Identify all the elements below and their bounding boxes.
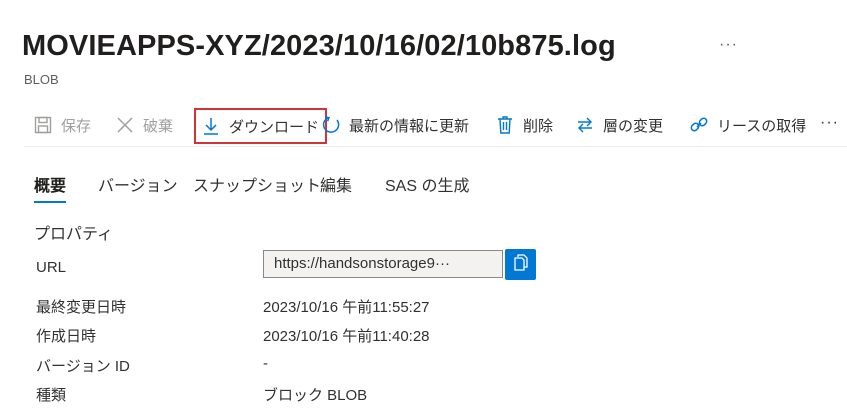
more-options-icon[interactable]: ··· <box>719 36 738 54</box>
tab-snapshots[interactable]: スナップショット <box>193 172 321 196</box>
url-label: URL <box>36 259 67 276</box>
type-value: ブロック BLOB <box>263 387 368 404</box>
download-icon <box>200 115 222 137</box>
last-modified-label: 最終変更日時 <box>36 299 127 316</box>
delete-button[interactable]: 削除 <box>494 106 553 144</box>
close-icon <box>114 114 136 136</box>
download-button[interactable]: ダウンロード <box>194 108 328 144</box>
save-label: 保存 <box>61 117 92 135</box>
properties-heading: プロパティ <box>34 226 114 243</box>
discard-label: 破棄 <box>143 117 174 135</box>
trash-icon <box>494 114 516 136</box>
download-label: ダウンロード <box>229 118 320 136</box>
command-bar: 保存 破棄 ダウンロード 最新の情報に更新 削除 層の変更 リースの取得 ··· <box>24 106 847 144</box>
last-modified-value: 2023/10/16 午前11:55:27 <box>263 299 430 316</box>
change-tier-label: 層の変更 <box>603 117 664 135</box>
refresh-icon <box>320 114 342 136</box>
page-subtitle: BLOB <box>24 72 59 87</box>
refresh-label: 最新の情報に更新 <box>349 117 470 135</box>
tab-overview[interactable]: 概要 <box>34 172 67 203</box>
acquire-lease-label: リースの取得 <box>717 117 807 135</box>
save-button[interactable]: 保存 <box>32 106 91 144</box>
url-field[interactable]: https://handsonstorage9··· <box>263 250 503 278</box>
created-value: 2023/10/16 午前11:40:28 <box>263 328 430 345</box>
type-label: 種類 <box>36 387 67 404</box>
created-label: 作成日時 <box>36 328 97 345</box>
tab-versions[interactable]: バージョン <box>98 172 178 196</box>
version-id-label: バージョン ID <box>36 358 130 375</box>
copy-to-clipboard-button[interactable] <box>505 249 536 280</box>
copy-icon <box>512 253 530 276</box>
toolbar-more-icon[interactable]: ··· <box>820 114 839 132</box>
discard-button[interactable]: 破棄 <box>114 106 173 144</box>
link-icon <box>688 114 710 136</box>
swap-icon <box>574 114 596 136</box>
refresh-button[interactable]: 最新の情報に更新 <box>320 106 469 144</box>
toolbar-divider <box>24 146 847 147</box>
version-id-value: - <box>263 355 268 372</box>
change-tier-button[interactable]: 層の変更 <box>574 106 663 144</box>
tab-edit[interactable]: 編集 <box>320 172 352 196</box>
page-title: MOVIEAPPS-XYZ/2023/10/16/02/10b875.log <box>22 30 616 62</box>
tab-generate-sas[interactable]: SAS の生成 <box>385 172 469 196</box>
delete-label: 削除 <box>523 117 554 135</box>
save-icon <box>32 114 54 136</box>
acquire-lease-button[interactable]: リースの取得 <box>688 106 806 144</box>
